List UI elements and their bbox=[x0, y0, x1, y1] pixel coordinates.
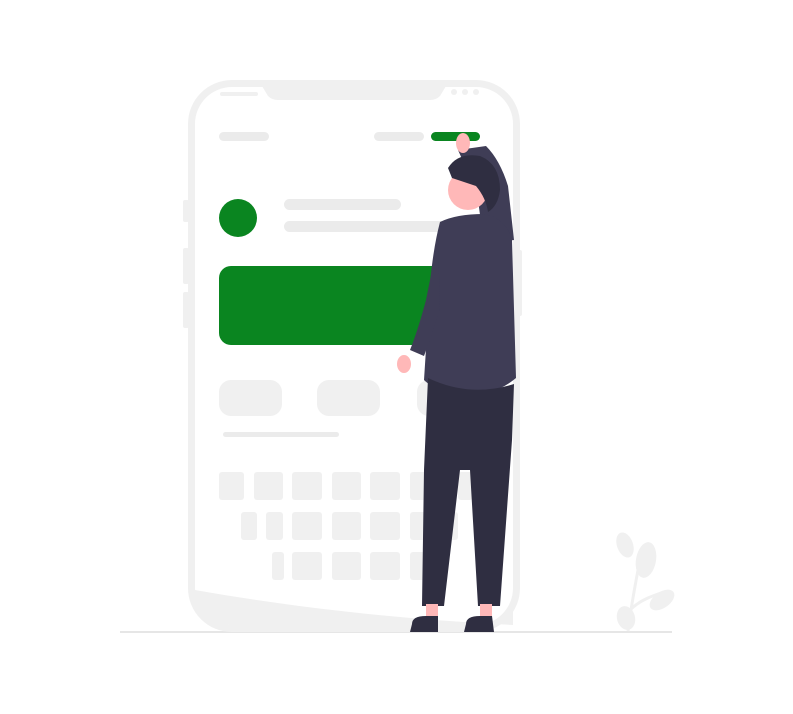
phone-speaker bbox=[220, 92, 258, 96]
phone-notch bbox=[262, 86, 446, 100]
keyboard-key[interactable] bbox=[370, 512, 400, 540]
keyboard-key[interactable] bbox=[332, 552, 361, 580]
person-raised-hand bbox=[456, 133, 470, 153]
keyboard-key[interactable] bbox=[370, 472, 400, 500]
profile-name-placeholder bbox=[284, 199, 401, 210]
keyboard-key[interactable] bbox=[292, 512, 322, 540]
text-line-placeholder bbox=[223, 432, 339, 437]
phone-camera-dot bbox=[473, 89, 479, 95]
keyboard-key[interactable] bbox=[332, 472, 361, 500]
person-ankle bbox=[426, 604, 438, 618]
app-title-placeholder bbox=[219, 132, 269, 141]
keyboard-key[interactable] bbox=[219, 472, 244, 500]
profile-subtitle-placeholder bbox=[284, 221, 454, 232]
plant-icon bbox=[616, 532, 675, 632]
person-lowered-hand bbox=[397, 355, 411, 373]
keyboard-key[interactable] bbox=[332, 512, 361, 540]
onboarding-illustration bbox=[120, 80, 675, 633]
phone-camera-dot bbox=[451, 89, 457, 95]
illustration-canvas bbox=[0, 0, 793, 714]
avatar bbox=[219, 199, 257, 237]
nav-item-active[interactable] bbox=[431, 132, 480, 141]
keyboard-key[interactable] bbox=[254, 472, 283, 500]
option-button[interactable] bbox=[317, 380, 380, 416]
keyboard-key[interactable] bbox=[292, 472, 322, 500]
person-ankle bbox=[480, 604, 492, 618]
phone-camera-dot bbox=[462, 89, 468, 95]
keyboard-key[interactable] bbox=[266, 512, 283, 540]
option-button[interactable] bbox=[219, 380, 282, 416]
keyboard-key[interactable] bbox=[292, 552, 322, 580]
keyboard-key[interactable] bbox=[272, 552, 284, 580]
keyboard-key[interactable] bbox=[370, 552, 400, 580]
nav-item-placeholder[interactable] bbox=[374, 132, 424, 141]
keyboard-key[interactable] bbox=[241, 512, 257, 540]
